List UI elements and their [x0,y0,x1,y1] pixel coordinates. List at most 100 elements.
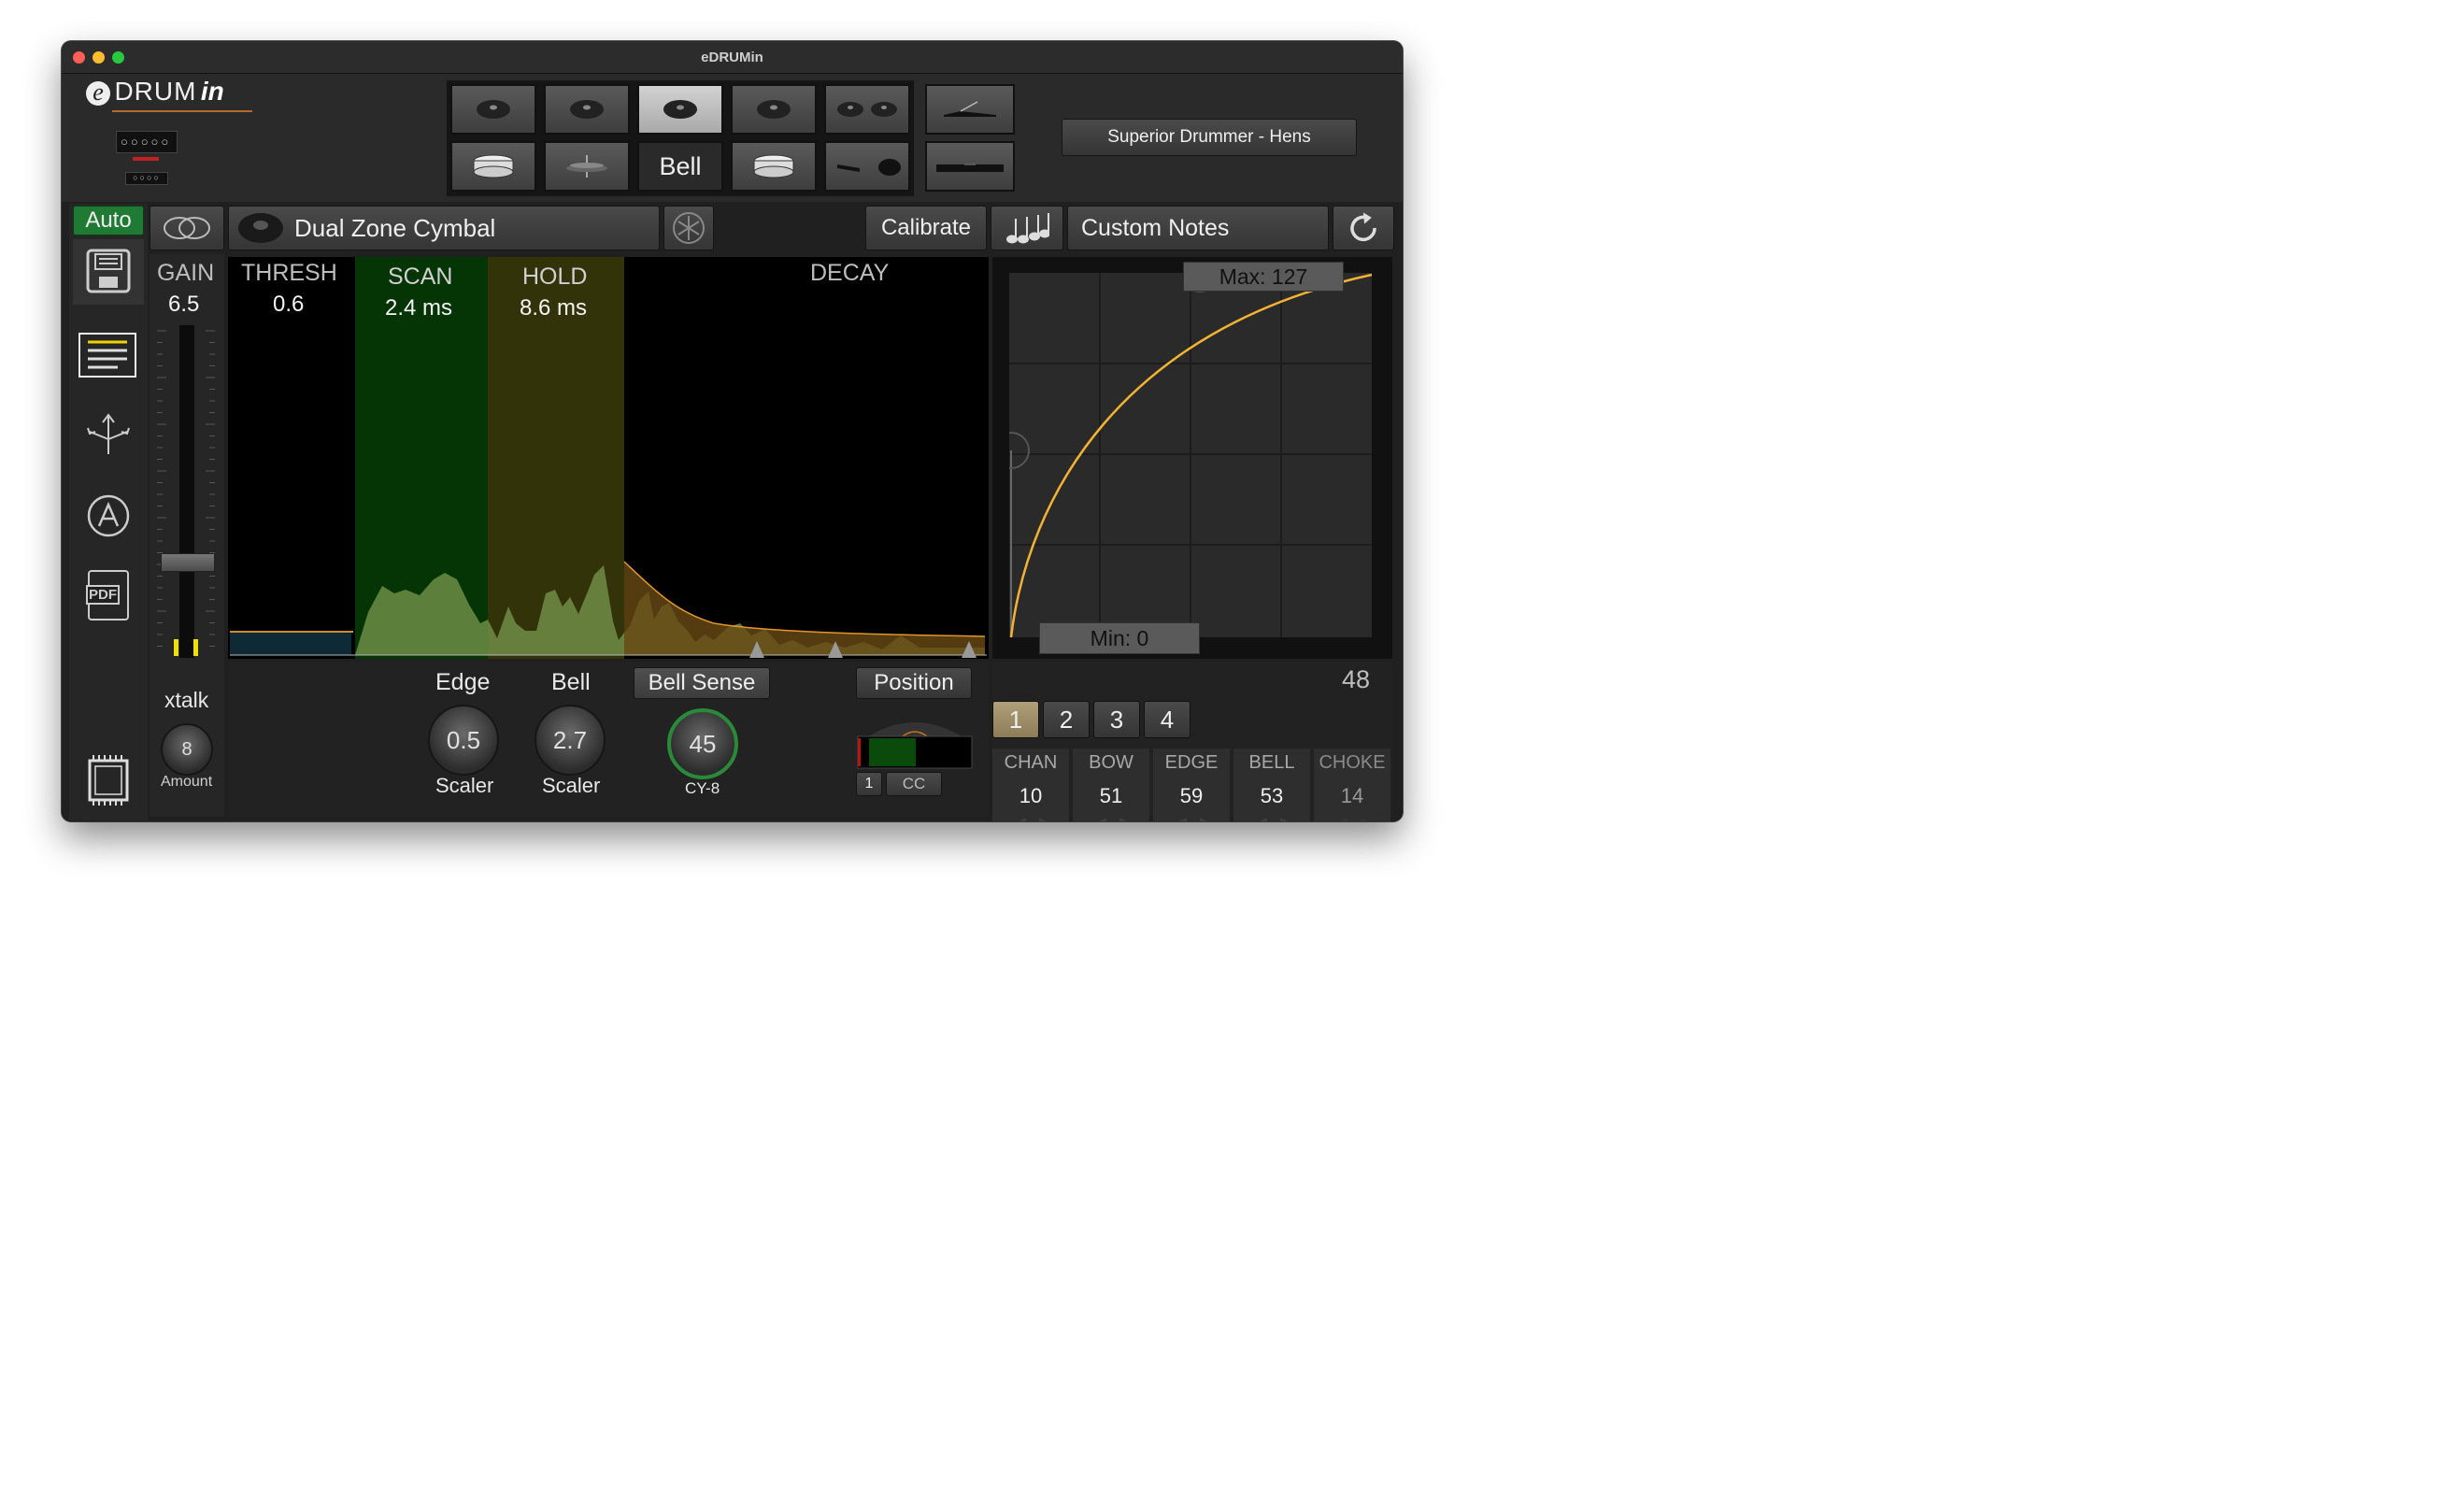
xtalk-amount-knob[interactable]: 8 [161,723,213,776]
note-header: BELL [1248,752,1295,773]
layer-tab-3-label: 3 [1109,705,1124,734]
refresh-icon [1350,212,1376,242]
pedal-hihat-button[interactable] [925,84,1015,135]
chip-icon[interactable] [82,753,135,807]
app-logo: e DRUM in [86,77,252,114]
dual-cymbal-icon [837,102,897,117]
scan-label: SCAN [388,264,453,290]
yamaha-logo-icon [673,212,705,244]
calibrate-button[interactable]: Calibrate [865,206,987,250]
yamaha-mode-button[interactable] [663,206,714,250]
bell-sense-button[interactable]: Bell Sense [634,667,770,699]
bell-scaler-knob[interactable]: 2.7 [535,705,606,776]
position-cc-label: CC [902,775,926,792]
snare-drum-icon [473,154,514,178]
pad-10-trigger[interactable] [824,141,910,192]
layer-tab-2[interactable]: 2 [1043,701,1090,738]
pad-9-snare[interactable] [731,141,817,192]
time-axis-markers [749,641,977,658]
note-column-bell[interactable]: BELL 53 [1233,749,1310,821]
assistant-a-icon[interactable] [86,493,131,538]
link-pads-button[interactable] [150,206,224,250]
bell-label: Bell [551,669,591,695]
bell-pad-label: Bell [659,151,702,180]
edge-scaler-knob[interactable]: 0.5 [428,705,499,776]
pad-1-cymbal[interactable] [450,84,536,135]
gain-value: 6.5 [168,292,200,317]
routing-arrows-icon[interactable] [84,411,133,460]
hold-value: 8.6 ms [520,295,588,321]
cymbal-icon [663,100,697,119]
cymbal-icon [570,100,604,119]
calibrate-label: Calibrate [880,215,972,240]
logo-in: in [200,77,224,106]
title-bar: eDRUMin [62,41,1403,74]
pad-4-cymbal[interactable] [731,84,817,135]
scan-value: 2.4 ms [385,295,453,321]
pad-5-dual-cymbal[interactable] [824,84,910,135]
reset-button[interactable] [1333,206,1394,250]
settings-list-button[interactable] [78,333,136,378]
bell-scaler-value: 2.7 [552,725,588,754]
custom-notes-button[interactable]: Custom Notes [1067,206,1329,250]
list-icon [88,340,127,369]
note-value: 59 [1179,784,1204,807]
note-column-edge[interactable]: EDGE 59 [1153,749,1230,821]
save-button[interactable] [73,239,144,305]
hold-label: HOLD [522,264,588,290]
pdf-manual-button[interactable]: PDF [86,570,129,620]
custom-notes-label: Custom Notes [1081,214,1230,241]
note-stepper-icon[interactable] [1080,814,1146,821]
pad-type-selector[interactable]: Dual Zone Cymbal [228,206,660,250]
edge-scaler-label: Scaler [435,774,494,797]
pad-3-cymbal-selected[interactable] [637,84,723,135]
note-stepper-icon[interactable] [1241,814,1306,821]
position-button[interactable]: Position [856,667,972,699]
thresh-value: 0.6 [273,292,305,317]
kick-pedal-icon [936,163,1004,172]
pad-7-hihat[interactable] [544,141,630,192]
layer-count: 48 [1342,665,1371,693]
logo-e: e [86,80,110,106]
note-header: EDGE [1164,752,1219,773]
layer-tab-3[interactable]: 3 [1093,701,1140,738]
position-channel[interactable]: 1 [856,772,882,796]
notes-mode-button[interactable] [991,206,1063,250]
note-column-choke[interactable]: CHOKE 14 [1314,749,1390,821]
note-header: CHAN [1004,752,1058,773]
note-stepper-icon[interactable] [1161,814,1226,821]
position-meter [857,722,973,769]
note-value: 51 [1099,784,1123,807]
note-stepper-icon[interactable] [1000,814,1065,821]
edge-label: Edge [435,669,491,695]
cymbal-icon [477,100,510,119]
gain-fader-ticks [157,330,215,647]
layer-tab-1[interactable]: 1 [992,701,1039,738]
note-header: CHOKE [1319,752,1386,773]
app-window: eDRUMin e DRUM in ○○○○○ ○○○○ Bell Superi… [62,41,1403,821]
note-header: BOW [1089,752,1133,773]
note-stepper-icon[interactable] [1321,814,1387,821]
bell-sense-knob[interactable]: 45 [667,708,738,779]
kit-name-button[interactable]: Superior Drummer - Hens [1062,119,1357,156]
thresh-label: THRESH [241,260,337,286]
xtalk-label: xtalk [164,688,209,712]
pad-2-cymbal[interactable] [544,84,630,135]
note-column-chan[interactable]: CHAN 10 [992,749,1069,821]
pad-6-snare[interactable] [450,141,536,192]
layer-tab-4[interactable]: 4 [1144,701,1190,738]
gain-fader-handle[interactable] [161,553,215,572]
pedal-kick-button[interactable] [925,141,1015,192]
note-column-bow[interactable]: BOW 51 [1073,749,1149,821]
curve-min-label[interactable]: Min: 0 [1039,622,1200,654]
auto-button[interactable]: Auto [73,206,144,235]
floppy-disk-icon [86,249,131,293]
note-value: 10 [1019,784,1043,807]
link-rings-icon [164,217,210,239]
gain-label: GAIN [157,260,215,286]
position-cc-button[interactable]: CC [886,772,942,796]
cymbal-icon [238,213,283,243]
pad-8-bell[interactable]: Bell [637,141,723,192]
curve-max-label[interactable]: Max: 127 [1183,262,1344,292]
velocity-curve-graph[interactable] [1009,273,1374,639]
